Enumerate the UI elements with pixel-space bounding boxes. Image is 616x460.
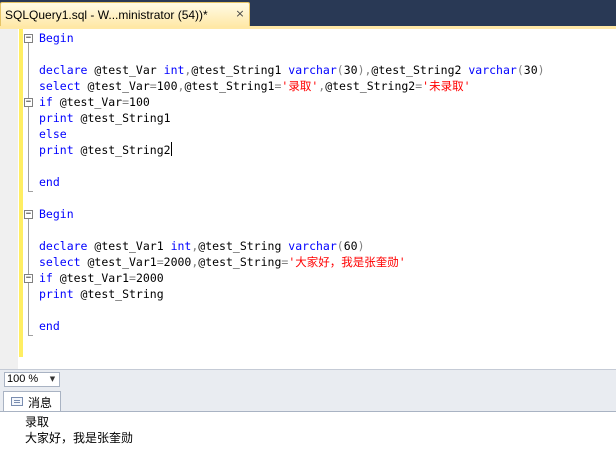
code-token: (: [336, 63, 344, 77]
horizontal-scrollbar[interactable]: [64, 373, 612, 386]
tab-messages[interactable]: 消息: [3, 391, 61, 411]
code-line[interactable]: end: [39, 174, 60, 190]
code-token: @test_String1: [73, 111, 171, 125]
code-token: @test_Var1: [87, 239, 171, 253]
code-token: 30: [343, 63, 358, 77]
code-token: end: [39, 175, 60, 189]
code-token: Begin: [39, 31, 74, 45]
code-token: @test_String1: [191, 63, 289, 77]
code-token: @test_Var: [87, 63, 164, 77]
code-token: print: [39, 287, 74, 301]
code-token: =: [149, 79, 157, 93]
change-tracking-bar: [19, 29, 23, 357]
code-token: ),: [357, 63, 372, 77]
code-token: 100: [156, 79, 178, 93]
document-tab-strip: SQLQuery1.sql - W...ministrator (54))* ×: [0, 0, 616, 29]
code-token: 60: [343, 239, 358, 253]
code-token: (: [336, 239, 344, 253]
collapse-icon[interactable]: −: [24, 34, 33, 43]
collapse-icon[interactable]: −: [24, 274, 33, 283]
zoom-value: 100 %: [7, 373, 39, 385]
code-line[interactable]: declare @test_Var int,@test_String1 varc…: [39, 62, 545, 78]
code-token: @test_String: [198, 255, 282, 269]
code-token: varchar: [288, 63, 337, 77]
messages-icon: [11, 397, 23, 406]
collapse-icon[interactable]: −: [24, 210, 33, 219]
code-token: print: [39, 143, 74, 157]
code-token: else: [39, 127, 67, 141]
code-token: =: [156, 255, 164, 269]
code-token: =: [122, 95, 130, 109]
code-token: int: [163, 63, 185, 77]
code-line[interactable]: else: [39, 126, 67, 142]
code-token: ): [357, 239, 365, 253]
code-token: if: [39, 95, 53, 109]
code-line[interactable]: Begin: [39, 206, 74, 222]
editor-status-strip: 100 % ▼: [0, 369, 616, 389]
code-token: if: [39, 271, 53, 285]
code-token: (: [516, 63, 524, 77]
code-token: @test_Var: [52, 95, 123, 109]
code-line[interactable]: end: [39, 318, 60, 334]
code-token: '大家好，我是张奎勋': [288, 255, 406, 269]
code-line[interactable]: select @test_Var=100,@test_String1='录取',…: [39, 78, 471, 94]
code-token: @test_String2: [371, 63, 469, 77]
code-token: varchar: [288, 239, 337, 253]
code-token: @test_Var1: [52, 271, 130, 285]
close-icon[interactable]: ×: [234, 8, 246, 20]
code-token: @test_String: [198, 239, 289, 253]
code-token: select: [39, 79, 81, 93]
code-token: @test_String2: [73, 143, 171, 157]
code-token: select: [39, 255, 81, 269]
code-line[interactable]: if @test_Var1=2000: [39, 270, 164, 286]
code-token: ): [537, 63, 545, 77]
code-token: 2000: [135, 271, 164, 285]
zoom-dropdown[interactable]: 100 % ▼: [4, 372, 60, 387]
messages-pane[interactable]: 录取 大家好，我是张奎勋: [0, 411, 616, 460]
code-token: print: [39, 111, 74, 125]
code-token: Begin: [39, 207, 74, 221]
document-tab-title: SQLQuery1.sql - W...ministrator (54))*: [5, 8, 208, 22]
code-token: '录取': [281, 79, 319, 93]
code-line[interactable]: declare @test_Var1 int,@test_String varc…: [39, 238, 365, 254]
chevron-down-icon[interactable]: ▼: [47, 373, 58, 386]
fold-end-marker: [28, 335, 33, 336]
collapse-icon[interactable]: −: [24, 98, 33, 107]
code-line[interactable]: select @test_Var1=2000,@test_String='大家好…: [39, 254, 406, 270]
code-token: declare: [39, 239, 88, 253]
tab-messages-label: 消息: [28, 396, 53, 410]
message-line: 录取: [25, 415, 50, 429]
code-token: 30: [523, 63, 538, 77]
fold-line: [28, 43, 29, 191]
code-line[interactable]: print @test_String: [39, 286, 164, 302]
code-token: declare: [39, 63, 88, 77]
code-token: =: [129, 271, 136, 285]
text-caret: [170, 142, 172, 156]
code-token: varchar: [468, 63, 517, 77]
code-token: int: [170, 239, 192, 253]
code-token: @test_String2: [325, 79, 416, 93]
query-editor[interactable]: − − − − Begin declare @test_Var int,@test…: [0, 29, 616, 369]
code-line[interactable]: print @test_String2: [39, 142, 172, 158]
code-token: @test_Var1: [80, 255, 157, 269]
code-token: @test_String: [73, 287, 164, 301]
code-token: @test_String1: [184, 79, 275, 93]
code-line[interactable]: print @test_String1: [39, 110, 171, 126]
code-line[interactable]: if @test_Var=100: [39, 94, 150, 110]
code-token: 2000: [163, 255, 192, 269]
editor-gutter: [0, 29, 18, 369]
code-line[interactable]: Begin: [39, 30, 74, 46]
code-token: 100: [129, 95, 150, 109]
code-token: end: [39, 319, 60, 333]
document-tab[interactable]: SQLQuery1.sql - W...ministrator (54))* ×: [0, 2, 250, 27]
message-line: 大家好，我是张奎勋: [25, 431, 134, 445]
fold-end-marker: [28, 191, 33, 192]
code-token: '未录取': [422, 79, 471, 93]
results-tab-strip: 消息: [0, 389, 616, 411]
code-token: @test_Var: [80, 79, 150, 93]
